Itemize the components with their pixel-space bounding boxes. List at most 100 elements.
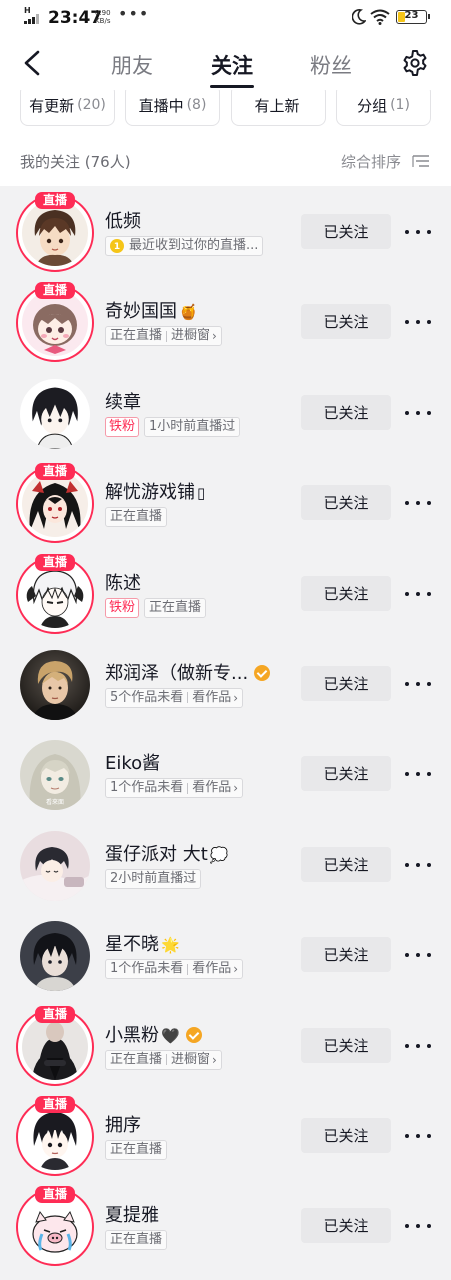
divider: [166, 1054, 168, 1066]
user-name[interactable]: 郑润泽（做新专...: [105, 659, 271, 685]
following-button[interactable]: 已关注: [301, 575, 391, 611]
list-item[interactable]: 续章 铁粉 1小时前直播过 已关注: [0, 367, 451, 457]
svg-text:看來面: 看來面: [46, 798, 64, 806]
status-tag[interactable]: 正在直播: [105, 507, 168, 528]
user-name[interactable]: 拥序: [105, 1111, 141, 1137]
more-options-icon[interactable]: [402, 674, 434, 694]
sort-button[interactable]: 综合排序: [341, 151, 401, 172]
more-options-icon[interactable]: [402, 493, 434, 513]
list-item[interactable]: 直播 夏提雅正在直播 已关注: [0, 1180, 451, 1270]
following-button[interactable]: 已关注: [301, 1027, 391, 1063]
following-button[interactable]: 已关注: [301, 846, 391, 882]
list-item[interactable]: 看來面 Eiko酱 1个作品未看 看作品 › 已关注: [0, 728, 451, 818]
status-tag[interactable]: 1个作品未看 看作品 ›: [105, 778, 244, 799]
avatar-image: 看來面: [20, 740, 90, 811]
list-item[interactable]: 蛋仔派对 大t 💭 2小时前直播过 已关注: [0, 819, 451, 909]
list-item[interactable]: 直播 低频最近收到过你的直播... 已关注: [0, 186, 451, 276]
following-list: 直播 低频最近收到过你的直播... 已关注 直播 奇妙国国🍯 正在直播进橱窗› 已关注…: [0, 186, 451, 1271]
following-button[interactable]: 已关注: [301, 485, 391, 521]
live-badge: 直播: [35, 1005, 75, 1023]
gear-icon[interactable]: [401, 49, 429, 77]
avatar[interactable]: 直播: [16, 1095, 94, 1176]
following-button[interactable]: 已关注: [301, 394, 391, 430]
battery-icon: 23: [396, 10, 430, 24]
status-tag[interactable]: 5个作品未看 看作品 ›: [105, 687, 244, 708]
sort-icon[interactable]: [412, 153, 430, 169]
tab-fans[interactable]: 粉丝: [310, 50, 352, 80]
status-tag[interactable]: 正在直播: [144, 597, 207, 618]
following-button[interactable]: 已关注: [301, 937, 391, 973]
name-emoji: 💭: [209, 845, 229, 864]
following-button[interactable]: 已关注: [301, 1117, 391, 1153]
avatar[interactable]: [16, 375, 94, 453]
status-tag[interactable]: 2小时前直播过: [105, 868, 202, 889]
user-name[interactable]: 蛋仔派对 大t 💭: [105, 840, 228, 866]
status-tag[interactable]: 正在直播: [105, 1230, 168, 1251]
filter-groups[interactable]: 分组 (1): [336, 90, 431, 126]
following-button[interactable]: 已关注: [301, 1208, 391, 1244]
more-options-icon[interactable]: [402, 1036, 434, 1056]
more-options-icon[interactable]: [402, 945, 434, 965]
following-button[interactable]: 已关注: [301, 665, 391, 701]
following-button[interactable]: 已关注: [301, 756, 391, 792]
avatar[interactable]: [16, 917, 94, 995]
more-options-icon[interactable]: [402, 222, 434, 242]
more-options-icon[interactable]: [402, 764, 434, 784]
list-item[interactable]: 直播 陈述 铁粉 正在直播 已关注: [0, 548, 451, 638]
avatar[interactable]: 直播: [16, 1186, 94, 1267]
filter-new-products[interactable]: 有上新: [231, 90, 326, 126]
user-name[interactable]: Eiko酱: [105, 749, 160, 775]
tab-friends[interactable]: 朋友: [111, 50, 153, 80]
list-item[interactable]: 直播 奇妙国国 🍯 正在直播 进橱窗 › 已关注: [0, 276, 451, 366]
status-tag[interactable]: 1个作品未看 看作品 ›: [105, 959, 244, 980]
list-item[interactable]: 郑润泽（做新专... 5个作品未看 看作品 › 已关注: [0, 638, 451, 728]
signal-icon: [24, 14, 42, 24]
filter-updates[interactable]: 有更新 (20): [20, 90, 115, 126]
user-name[interactable]: 星不晓 🌟: [105, 930, 180, 956]
following-button[interactable]: 已关注: [301, 304, 391, 340]
user-subtitle: 1个作品未看 看作品 ›: [105, 778, 244, 799]
user-name[interactable]: 奇妙国国 🍯: [105, 297, 198, 323]
name-emoji: 🖤: [161, 1026, 180, 1045]
filter-live[interactable]: 直播中 (8): [125, 90, 220, 126]
user-name[interactable]: 解忧游戏铺 ▯: [105, 478, 205, 504]
live-badge: 直播: [35, 463, 75, 481]
more-options-icon[interactable]: [402, 1126, 434, 1146]
user-name[interactable]: 低频: [105, 207, 141, 233]
avatar-image: [20, 649, 90, 720]
avatar[interactable]: 直播: [16, 553, 94, 634]
more-options-icon[interactable]: [402, 855, 434, 875]
more-options-icon[interactable]: [402, 1216, 434, 1236]
avatar[interactable]: 直播: [16, 463, 94, 544]
chevron-right-icon: ›: [212, 329, 217, 344]
user-name[interactable]: 小黑粉 🖤: [105, 1021, 202, 1047]
avatar[interactable]: 看來面: [16, 736, 94, 814]
more-options-icon[interactable]: [402, 403, 434, 423]
more-options-icon[interactable]: [402, 584, 434, 604]
avatar[interactable]: 直播: [16, 192, 94, 272]
more-options-icon[interactable]: [402, 312, 434, 332]
following-button[interactable]: 已关注: [301, 214, 391, 249]
list-item[interactable]: 直播 解忧游戏铺 ▯ 正在直播 已关注: [0, 457, 451, 547]
user-name[interactable]: 夏提雅: [105, 1201, 159, 1227]
status-tag[interactable]: 正在直播: [105, 1139, 168, 1160]
user-name[interactable]: 续章: [105, 388, 141, 414]
chevron-right-icon: ›: [233, 962, 239, 977]
list-item[interactable]: 星不晓 🌟 1个作品未看 看作品 › 已关注: [0, 909, 451, 999]
status-tag[interactable]: 1小时前直播过: [144, 416, 241, 437]
avatar[interactable]: [16, 827, 94, 905]
list-item[interactable]: 直播 小黑粉 🖤 正在直播 进橱窗 › 已关注: [0, 1000, 451, 1090]
user-subtitle: 正在直播 进橱窗 ›: [105, 326, 222, 347]
avatar[interactable]: [16, 646, 94, 724]
tab-following[interactable]: 关注: [211, 50, 253, 80]
user-name[interactable]: 陈述: [105, 569, 141, 595]
coin-icon: [110, 238, 124, 256]
status-tag[interactable]: 正在直播 进橱窗 ›: [105, 1049, 222, 1070]
status-tag[interactable]: 正在直播 进橱窗 ›: [105, 326, 222, 347]
list-item[interactable]: 直播 拥序 正在直播 已关注: [0, 1090, 451, 1180]
avatar[interactable]: 直播: [16, 282, 94, 363]
name-emoji: 🍯: [179, 303, 198, 322]
gift-note[interactable]: 最近收到过你的直播...: [105, 236, 264, 256]
back-button[interactable]: [18, 49, 48, 77]
avatar[interactable]: 直播: [16, 1005, 94, 1086]
